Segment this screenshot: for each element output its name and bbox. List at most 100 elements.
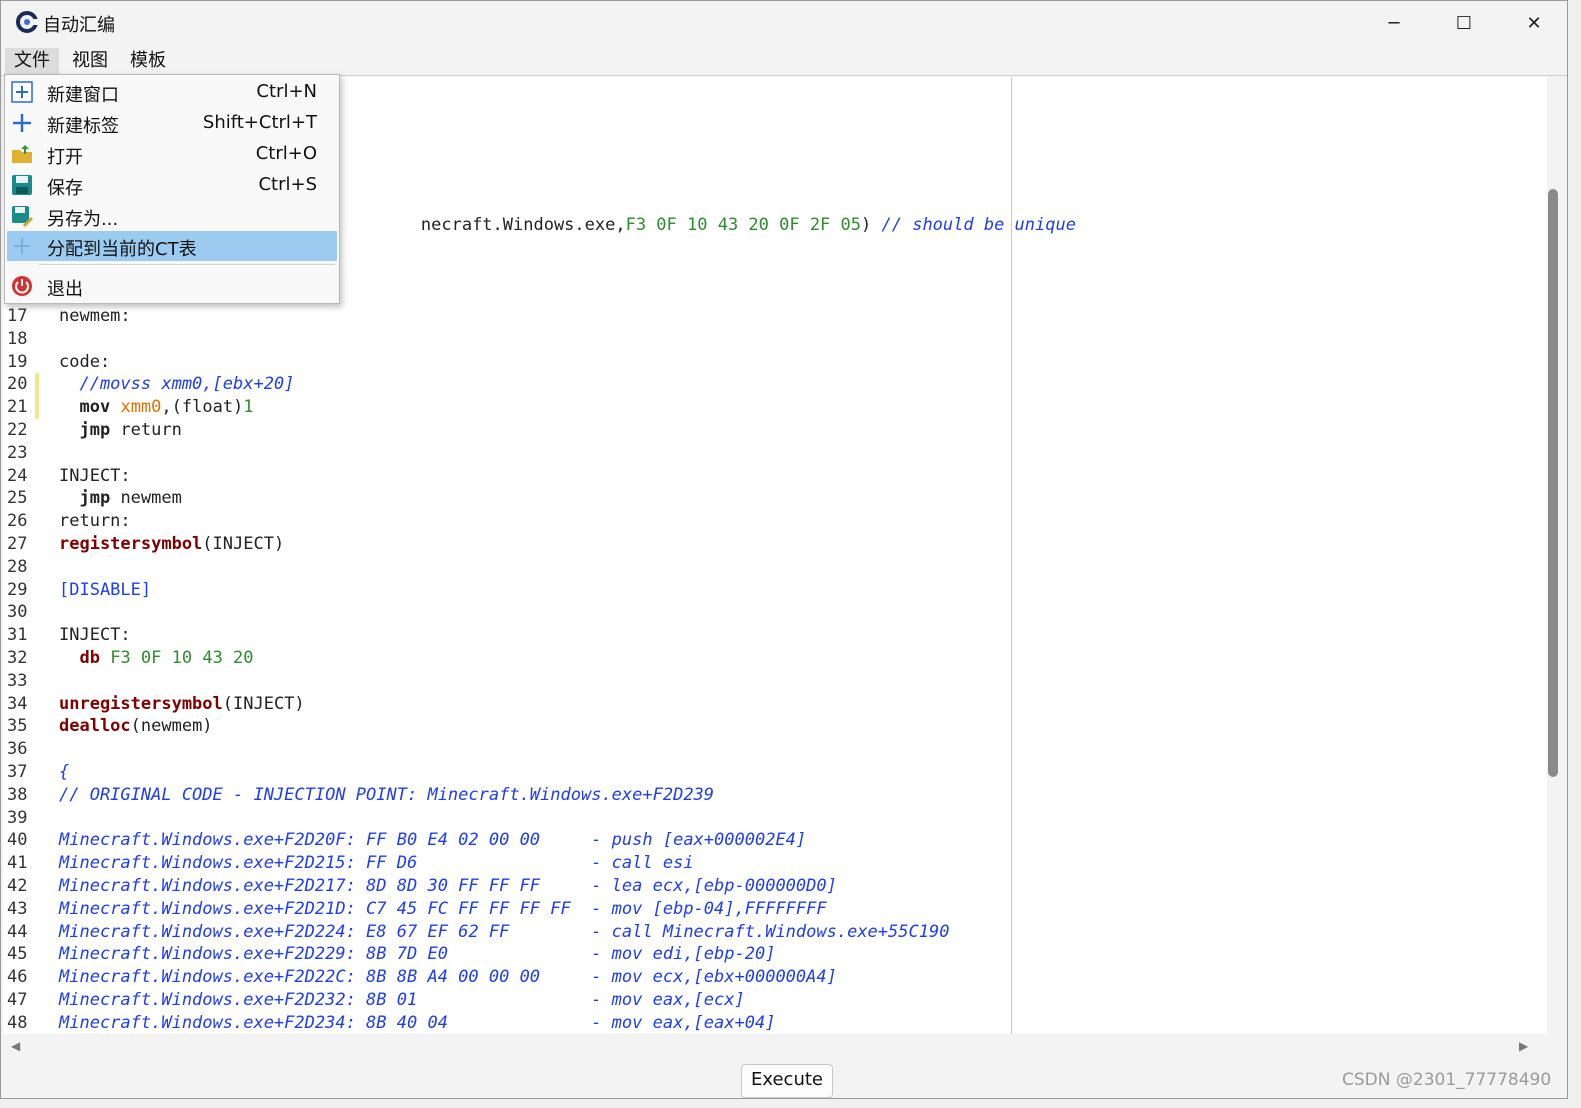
partial-line-comment: // should be unique	[881, 215, 1076, 235]
line-text: return:	[59, 510, 131, 533]
close-button[interactable]: ✕	[1499, 1, 1569, 45]
new-window-icon	[11, 81, 33, 103]
line-text: db F3 0F 10 43 20	[59, 647, 253, 670]
line-number: 39	[7, 807, 28, 828]
line-number: 23	[7, 442, 28, 463]
line-number: 34	[7, 693, 28, 714]
code-token: Minecraft.Windows.exe+F2D232: 8B 01 - mo…	[59, 990, 745, 1010]
code-token: newmem:	[59, 306, 131, 326]
title-bar[interactable]: 自动汇编 ─ ☐ ✕	[1, 1, 1567, 45]
line-text: //movss xmm0,[ebx+20]	[59, 373, 294, 396]
partial-line-close: )	[861, 215, 872, 235]
line-text: jmp newmem	[59, 487, 182, 510]
minimize-icon: ─	[1388, 12, 1400, 34]
line-number: 43	[7, 898, 28, 919]
code-token: //movss xmm0,[ebx+20]	[59, 374, 295, 395]
code-token: code:	[59, 351, 111, 372]
code-token: db	[79, 648, 100, 668]
file-menu-dropdown: 新建窗口 Ctrl+N 新建标签 Shift+Ctrl+T 打开 Ctrl+O …	[4, 74, 340, 304]
open-folder-icon	[12, 145, 32, 163]
cheat-engine-icon	[16, 11, 39, 33]
code-token: return	[110, 420, 182, 440]
code-token: Minecraft.Windows.exe+F2D20F: FF B0 E4 0…	[59, 830, 807, 851]
line-text: INJECT:	[59, 624, 131, 647]
line-text: Minecraft.Windows.exe+F2D20F: FF B0 E4 0…	[59, 829, 806, 852]
menu-item-new-window[interactable]: 新建窗口 Ctrl+N	[7, 77, 337, 107]
line-number: 42	[7, 876, 28, 896]
line-number: 28	[7, 556, 28, 577]
code-token: Minecraft.Windows.exe+F2D217: 8D 8D 30 F…	[59, 876, 837, 896]
window-title: 自动汇编	[43, 15, 115, 36]
code-token: Minecraft.Windows.exe+F2D215: FF D6 - ca…	[59, 853, 694, 874]
line-number: 24	[7, 465, 28, 486]
code-token: INJECT:	[59, 625, 131, 646]
line-text: dealloc(newmem)	[59, 715, 213, 738]
line-number: 47	[7, 990, 28, 1010]
line-number: 29	[7, 579, 28, 600]
menu-item-exit[interactable]: 退出	[7, 271, 337, 301]
scroll-left-arrow-icon[interactable]: ◀	[11, 1039, 20, 1053]
line-text: Minecraft.Windows.exe+F2D21D: C7 45 FC F…	[59, 898, 827, 921]
code-token: Minecraft.Windows.exe+F2D229: 8B 7D E0 -…	[59, 944, 776, 965]
line-number: 17	[7, 306, 28, 326]
line-number: 22	[7, 420, 28, 440]
code-token: Minecraft.Windows.exe+F2D22C: 8B 8B A4 0…	[59, 967, 837, 988]
line-text: Minecraft.Windows.exe+F2D217: 8D 8D 30 F…	[59, 875, 837, 898]
horizontal-scrollbar[interactable]: ◀ ▶	[3, 1034, 1547, 1058]
line-text: mov xmm0,(float)1	[59, 396, 254, 419]
menu-view[interactable]: 视图	[63, 48, 117, 74]
vertical-scroll-thumb[interactable]	[1548, 189, 1558, 777]
partial-line-hex: F3 0F 10 43 20 0F 2F 05	[625, 215, 861, 235]
execute-button[interactable]: Execute	[741, 1064, 833, 1098]
menu-file[interactable]: 文件	[5, 48, 59, 74]
line-number: 18	[7, 328, 28, 349]
menu-item-open[interactable]: 打开 Ctrl+O	[7, 139, 337, 169]
line-number: 25	[7, 488, 28, 509]
line-number: 21	[7, 397, 28, 418]
code-token: 1	[243, 397, 254, 418]
code-token: newmem	[110, 488, 182, 509]
code-token: (newmem)	[130, 716, 213, 737]
line-text: Minecraft.Windows.exe+F2D232: 8B 01 - mo…	[59, 989, 745, 1012]
menu-template[interactable]: 模板	[121, 48, 175, 74]
line-text: {	[59, 761, 69, 784]
code-token: dealloc	[59, 716, 131, 737]
menu-separator	[39, 264, 335, 265]
partial-line-text: necraft.Windows.exe,	[420, 215, 626, 235]
menu-item-new-tab[interactable]: 新建标签 Shift+Ctrl+T	[7, 108, 337, 138]
line-number: 35	[7, 716, 28, 737]
minimize-button[interactable]: ─	[1359, 1, 1429, 45]
line-text: unregistersymbol(INJECT)	[59, 693, 305, 716]
line-text: newmem:	[59, 305, 131, 328]
line-number: 26	[7, 511, 28, 532]
new-tab-icon	[13, 114, 31, 132]
maximize-icon: ☐	[1455, 12, 1473, 34]
line-number: 20	[7, 374, 28, 395]
line-number: 32	[7, 648, 28, 668]
scroll-right-arrow-icon[interactable]: ▶	[1519, 1039, 1528, 1053]
line-text: Minecraft.Windows.exe+F2D22C: 8B 8B A4 0…	[59, 966, 837, 989]
menu-item-save[interactable]: 保存 Ctrl+S	[7, 170, 337, 200]
code-token: Minecraft.Windows.exe+F2D21D: C7 45 FC F…	[59, 898, 827, 919]
maximize-button[interactable]: ☐	[1429, 1, 1499, 45]
code-token: Minecraft.Windows.exe+F2D224: E8 67 EF 6…	[59, 921, 950, 942]
line-number: 38	[7, 784, 28, 805]
code-token: xmm0	[120, 397, 162, 418]
menu-item-assign-ct[interactable]: 分配到当前的CT表	[7, 231, 337, 261]
save-disk-icon	[12, 175, 32, 195]
menu-item-save-as[interactable]: 另存为...	[7, 201, 337, 231]
save-as-icon	[12, 206, 33, 227]
line-text: Minecraft.Windows.exe+F2D215: FF D6 - ca…	[59, 852, 694, 875]
line-number: 37	[7, 762, 28, 782]
code-token: registersymbol	[59, 534, 203, 554]
line-number: 45	[7, 944, 28, 965]
code-token: mov	[79, 397, 111, 418]
code-token: // ORIGINAL CODE - INJECTION POINT: Mine…	[59, 784, 715, 805]
line-text: registersymbol(INJECT)	[59, 533, 284, 556]
